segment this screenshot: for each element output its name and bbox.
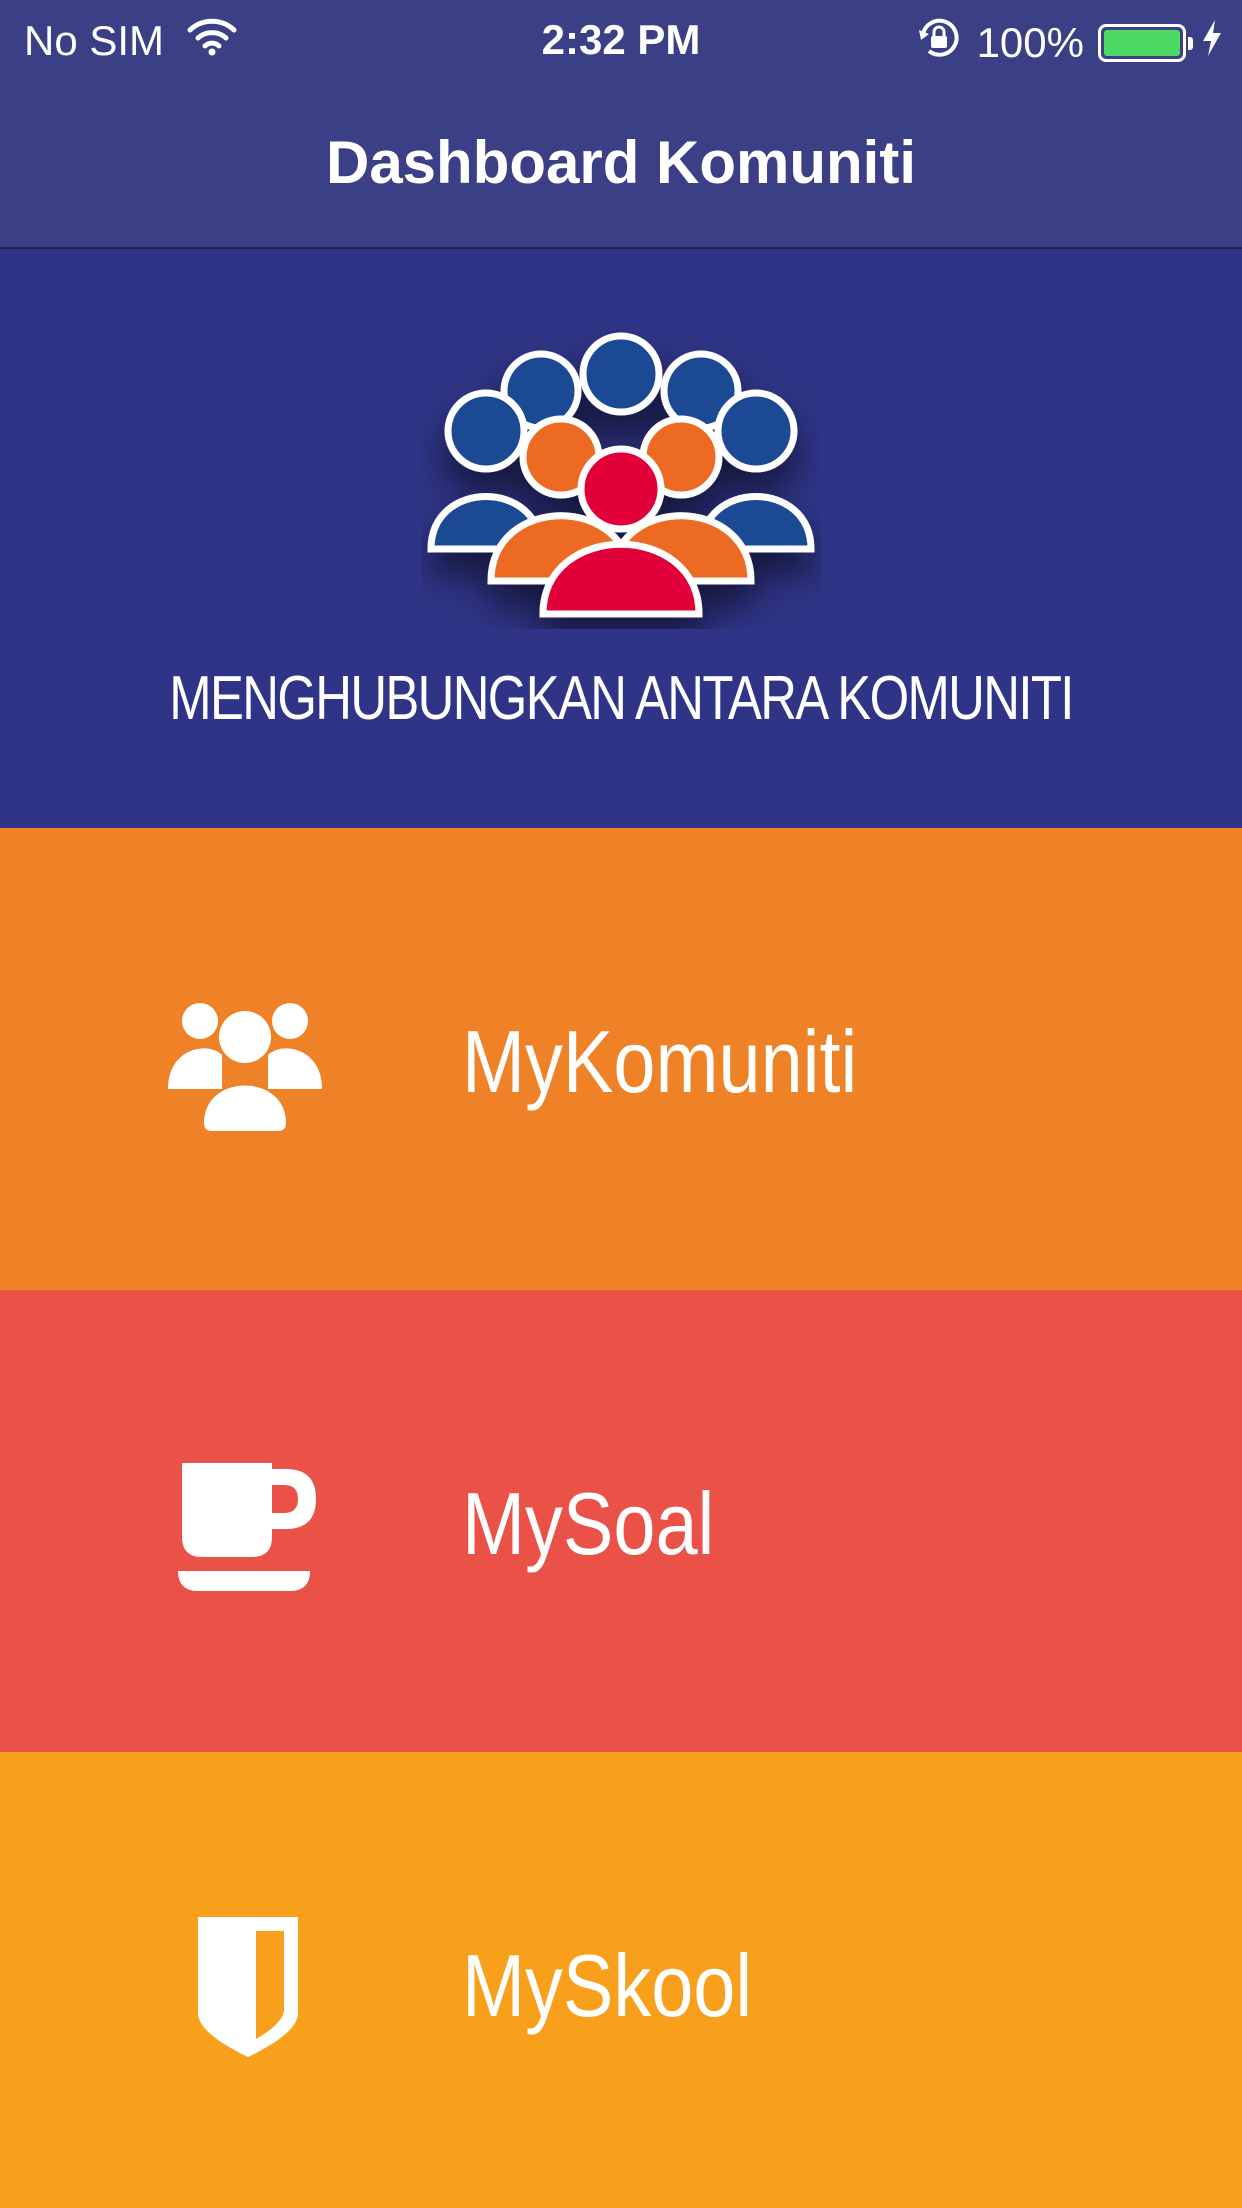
menu-label-myskool: MySkool [462,1936,753,2035]
menu-tile-myskool[interactable]: MySkool [0,1752,1242,2208]
app-screen: No SIM 2:32 PM 100% Dashboard Komuniti M… [0,0,1242,2208]
top-bar: No SIM 2:32 PM 100% Dashboard Komuniti [0,0,1242,249]
community-logo-icon [421,329,821,629]
orientation-lock-icon [915,14,963,72]
users-group-icon [160,993,330,1133]
status-bar: No SIM 2:32 PM 100% [0,0,1242,80]
battery-fill [1104,30,1180,56]
shield-icon [160,1917,330,2057]
hero-banner: MENGHUBUNGKAN ANTARA KOMUNITI [0,249,1242,828]
menu-tile-mysoal[interactable]: MySoal [0,1290,1242,1752]
coffee-cup-icon [160,1455,330,1595]
page-title: Dashboard Komuniti [325,129,916,196]
menu-label-mysoal: MySoal [462,1474,715,1573]
menu-tile-mykomuniti[interactable]: MyKomuniti [0,828,1242,1290]
charging-bolt-icon [1200,18,1224,68]
hero-tagline: MENGHUBUNGKAN ANTARA KOMUNITI [169,664,1074,733]
menu-label-mykomuniti: MyKomuniti [462,1012,858,1111]
status-right: 100% [915,14,1224,72]
battery-percent: 100% [976,19,1084,66]
battery-nub [1188,37,1193,50]
battery-icon [1098,24,1193,62]
